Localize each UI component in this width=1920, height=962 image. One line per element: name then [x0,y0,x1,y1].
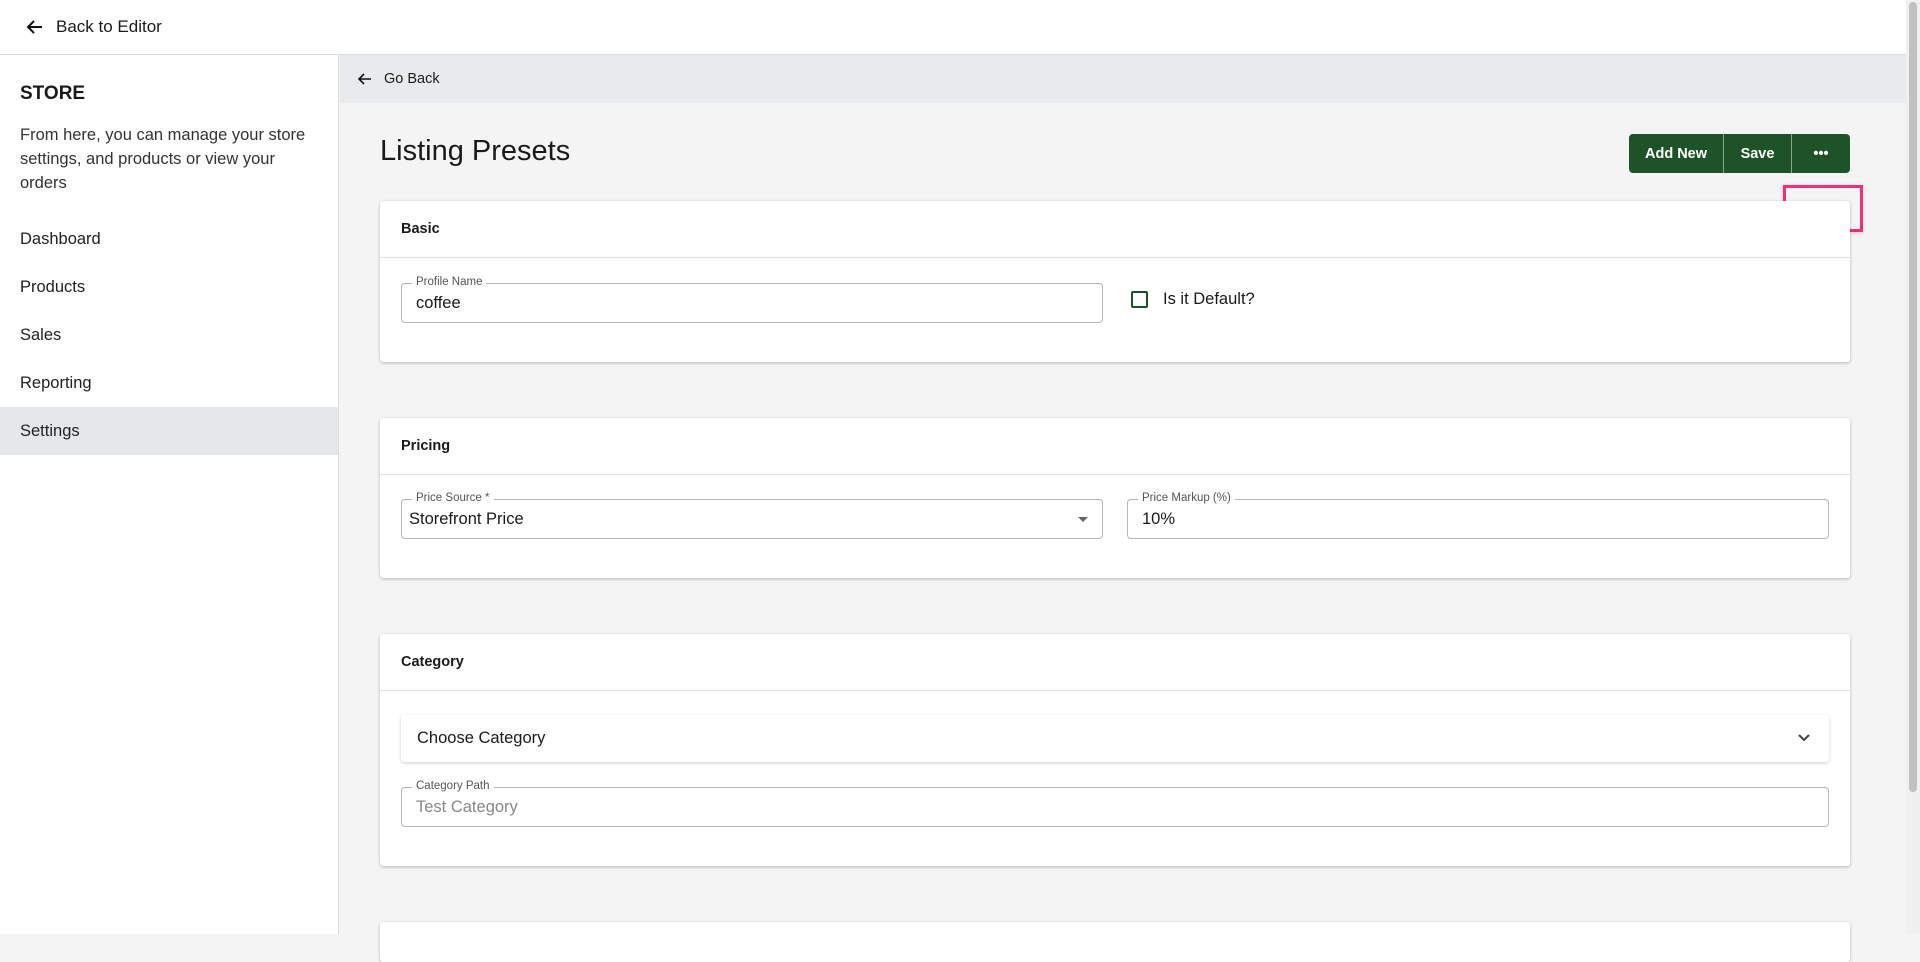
category-path-placeholder: Test Category [416,798,518,816]
price-source-select[interactable]: Price Source * Storefront Price [401,492,1103,539]
price-markup-label: Price Markup (%) [1138,492,1235,504]
price-source-value: Storefront Price [409,510,524,528]
more-options-button[interactable]: ••• [1792,134,1850,173]
next-card [380,922,1850,962]
sidebar-item-products[interactable]: Products [0,263,338,311]
category-card-title: Category [380,634,1850,691]
sidebar-nav: Dashboard Products Sales Reporting Setti… [0,215,338,455]
sidebar-title: STORE [20,83,86,104]
price-markup-value: 10% [1142,510,1176,528]
page-title: Listing Presets [380,135,571,167]
add-new-button[interactable]: Add New [1629,134,1724,173]
is-default-label: Is it Default? [1163,290,1255,308]
price-markup-input[interactable]: Price Markup (%) 10% [1127,492,1829,539]
scrollbar[interactable] [1906,0,1920,934]
profile-name-label: Profile Name [412,276,487,288]
sidebar-item-reporting[interactable]: Reporting [0,359,338,407]
scrollbar-thumb[interactable] [1909,2,1917,792]
profile-name-input[interactable]: Profile Name coffee [401,276,1103,323]
chevron-down-icon [1798,734,1810,742]
profile-name-value: coffee [416,294,461,312]
back-to-editor-link[interactable]: Back to Editor [0,0,1906,55]
basic-card: Basic Profile Name coffee Is it Default? [380,201,1850,362]
price-source-label: Price Source * [412,492,494,504]
pricing-card: Pricing Price Source * Storefront Price … [380,418,1850,578]
go-back-link[interactable]: Go Back [340,55,1906,103]
category-path-input[interactable]: Category Path Test Category [401,780,1829,827]
basic-card-title: Basic [380,201,1850,258]
arrow-left-icon [358,73,371,85]
category-card: Category Choose Category Category Path T… [380,634,1850,866]
back-to-editor-label: Back to Editor [56,17,162,36]
choose-category-accordion[interactable]: Choose Category [401,715,1829,762]
choose-category-label: Choose Category [417,729,546,747]
sidebar: STORE From here, you can manage your sto… [0,55,339,934]
save-button[interactable]: Save [1724,134,1792,173]
go-back-label: Go Back [384,71,440,87]
pricing-card-title: Pricing [380,418,1850,475]
sidebar-item-sales[interactable]: Sales [0,311,338,359]
action-button-group: Add New Save ••• [1629,134,1850,173]
arrow-left-icon [26,20,42,34]
sidebar-item-settings[interactable]: Settings [0,407,338,455]
is-default-checkbox[interactable] [1131,291,1148,308]
category-path-label: Category Path [412,780,494,792]
dropdown-caret-icon [1078,517,1088,522]
sidebar-description: From here, you can manage your store set… [20,126,306,192]
sidebar-item-dashboard[interactable]: Dashboard [0,215,338,263]
